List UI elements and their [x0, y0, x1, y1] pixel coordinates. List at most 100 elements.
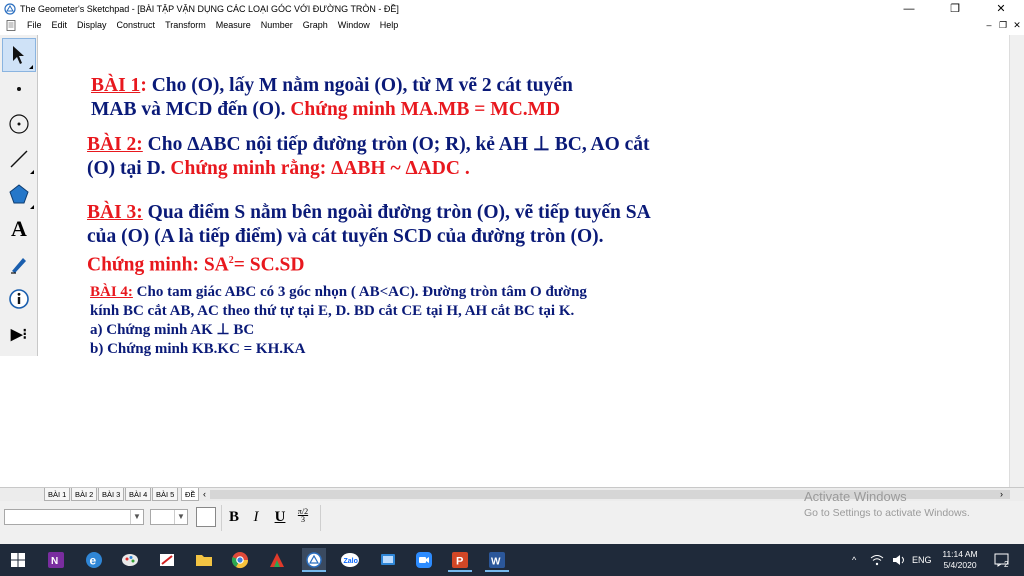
document-icon[interactable] [6, 19, 16, 31]
problem-2-line1: Cho ΔABC nội tiếp đường tròn (O; R), kẻ … [142, 134, 650, 155]
point-tool[interactable] [2, 72, 36, 106]
problem-3-line1: Qua điểm S nằm bên ngoài đường tròn (O),… [142, 202, 651, 223]
taskbar-file-explorer[interactable] [192, 548, 216, 572]
custom-tool[interactable]: ▶⁝ [2, 317, 36, 351]
taskbar-sketchpad[interactable] [302, 548, 326, 572]
svg-text:P: P [456, 556, 463, 568]
problem-4-line1: Cho tam giác ABC có 3 góc nhọn ( AB<AC).… [132, 284, 587, 300]
svg-text:N: N [51, 556, 58, 567]
taskbar-app-blue[interactable] [376, 548, 400, 572]
toolbox: A ▶⁝ [0, 35, 38, 356]
problem-4-line2: kính BC cắt AB, AC theo thứ tự tại E, D.… [90, 303, 575, 319]
edge-browser-icon: e [86, 552, 102, 568]
menu-display[interactable]: Display [72, 17, 112, 33]
problem-3-line3b: = SC.SD [233, 254, 305, 276]
taskbar-mathtype[interactable] [265, 548, 289, 572]
taskbar-edge[interactable]: e [82, 548, 106, 572]
bold-button[interactable]: B [226, 508, 242, 526]
font-family-select[interactable]: ▼ [4, 509, 144, 525]
problem-4-label: BÀI 4: [90, 284, 133, 300]
menu-window[interactable]: Window [333, 17, 375, 33]
system-clock[interactable]: 11:14 AM 5/4/2020 [930, 549, 990, 571]
underline-button[interactable]: U [272, 508, 288, 526]
menu-edit[interactable]: Edit [47, 17, 73, 33]
start-button[interactable] [6, 548, 30, 572]
windows-logo-icon [11, 553, 25, 567]
snipping-tool-icon [160, 554, 174, 566]
taskbar-paint[interactable] [118, 548, 142, 572]
marker-tool[interactable] [2, 247, 36, 281]
problem-1-line2b: Chứng minh MA.MB = MC.MD [285, 99, 561, 120]
tab-bai-5[interactable]: BÀI 5 [152, 488, 179, 501]
taskbar-word[interactable]: W [485, 548, 509, 572]
scroll-left-arrow[interactable]: ‹ [203, 488, 206, 500]
information-tool[interactable] [2, 282, 36, 316]
taskbar-snipping[interactable] [155, 548, 179, 572]
arrow-tool[interactable] [2, 38, 36, 72]
italic-button[interactable]: I [249, 508, 263, 526]
network-status[interactable] [870, 544, 884, 576]
tab-bai-1[interactable]: BÀI 1 [44, 488, 71, 501]
problem-3: BÀI 3: Qua điểm S nằm bên ngoài đường tr… [87, 201, 651, 278]
arrow-pointer-icon [13, 46, 24, 64]
word-icon: W [489, 552, 505, 568]
paint-palette-icon [122, 554, 138, 566]
doc-minimize-button[interactable]: – [982, 17, 996, 33]
math-format-bottom: 3 [301, 515, 305, 524]
menu-graph[interactable]: Graph [298, 17, 333, 33]
tab-bai-3[interactable]: BÀI 3 [98, 488, 125, 501]
taskbar-chrome[interactable] [228, 548, 252, 572]
clock-time: 11:14 AM [942, 549, 978, 559]
compass-tool[interactable] [2, 107, 36, 141]
problem-4-line4: b) Chứng minh KB.KC = KH.KA [90, 341, 306, 357]
tool-submenu-indicator [29, 65, 33, 69]
network-icon [870, 555, 884, 566]
show-hidden-icons-caret[interactable]: ^ [852, 544, 856, 576]
taskbar-powerpoint[interactable]: P [448, 548, 472, 572]
menu-number[interactable]: Number [256, 17, 298, 33]
speaker-icon [893, 555, 904, 565]
close-button[interactable]: ✕ [978, 0, 1024, 17]
polygon-tool[interactable] [2, 177, 36, 211]
windows-taskbar: N e Zalo P W ^ ENG 11:14 AM 5/4/2020 2 [0, 544, 1024, 576]
watermark-subtitle: Go to Settings to activate Windows. [804, 507, 970, 519]
polygon-icon [9, 184, 29, 204]
vertical-scrollbar[interactable] [1009, 35, 1024, 487]
app-window-icon [381, 554, 395, 565]
straightedge-tool[interactable] [2, 142, 36, 176]
tab-bai-4[interactable]: BÀI 4 [125, 488, 152, 501]
text-color-swatch[interactable] [196, 507, 216, 527]
zoom-meeting-icon [416, 552, 432, 568]
notification-center[interactable]: 2 [994, 544, 1009, 576]
tool-submenu-indicator [30, 205, 34, 209]
mathtype-icon [270, 553, 284, 567]
text-tool[interactable]: A [2, 212, 36, 246]
input-language[interactable]: ENG [912, 544, 932, 576]
problem-3-line2: của (O) (A là tiếp điểm) và cát tuyến SC… [87, 226, 604, 247]
svg-text:W: W [491, 557, 501, 568]
problem-3-line3a: Chứng minh: SA [87, 254, 229, 276]
taskbar-onenote[interactable]: N [44, 548, 68, 572]
sketch-canvas[interactable]: BÀI 1: Cho (O), lấy M nằm ngoài (O), từ … [39, 35, 1009, 487]
taskbar-zalo[interactable]: Zalo [338, 548, 362, 572]
notification-count: 2 [1004, 559, 1009, 569]
problem-1-line1: Cho (O), lấy M nằm ngoài (O), từ M vẽ 2 … [146, 75, 573, 96]
problem-2: BÀI 2: Cho ΔABC nội tiếp đường tròn (O; … [87, 133, 650, 181]
minimize-button[interactable]: — [886, 0, 932, 17]
window-title: The Geometer's Sketchpad - [BÀI TẬP VẬN … [20, 3, 399, 14]
menu-help[interactable]: Help [375, 17, 404, 33]
menu-construct[interactable]: Construct [112, 17, 161, 33]
menu-file[interactable]: File [22, 17, 47, 33]
doc-close-button[interactable]: ✕ [1010, 17, 1024, 33]
volume-status[interactable] [892, 544, 906, 576]
menu-measure[interactable]: Measure [211, 17, 256, 33]
math-format-button[interactable]: π/2 3 [294, 508, 312, 526]
doc-restore-button[interactable]: ❐ [996, 17, 1010, 33]
maximize-button[interactable]: ❐ [932, 0, 978, 17]
menu-transform[interactable]: Transform [160, 17, 211, 33]
problem-1-line2a: MAB và MCD đến (O). [91, 99, 286, 120]
tab-bai-2[interactable]: BÀI 2 [71, 488, 98, 501]
taskbar-zoom[interactable] [412, 548, 436, 572]
tab-de[interactable]: ĐỀ [181, 488, 200, 501]
font-size-select[interactable]: ▼ [150, 509, 188, 525]
